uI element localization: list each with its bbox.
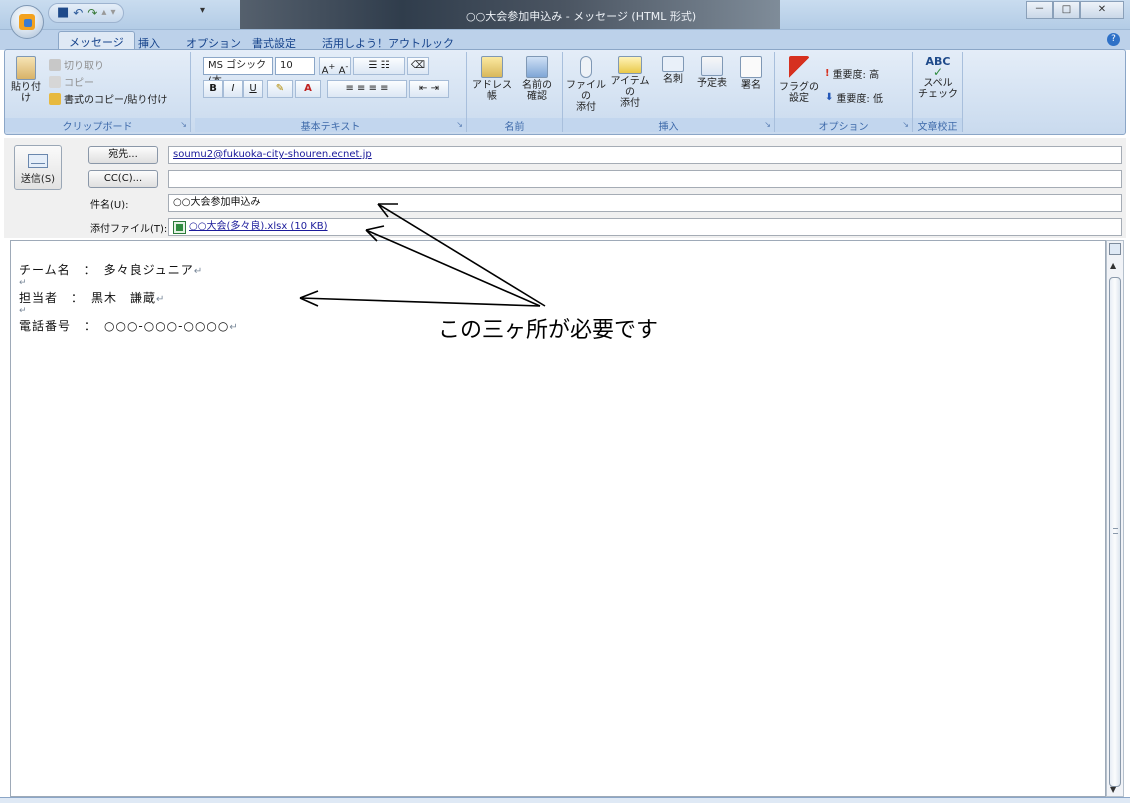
arrow-to-subject bbox=[377, 203, 546, 307]
arrow-to-attachment bbox=[365, 229, 541, 307]
arrow-to-contact bbox=[299, 297, 541, 307]
office-logo-icon bbox=[19, 14, 35, 30]
annotation-arrows bbox=[299, 203, 546, 307]
office-button[interactable] bbox=[10, 5, 44, 39]
annotation-text: この三ヶ所が必要です bbox=[438, 318, 659, 343]
